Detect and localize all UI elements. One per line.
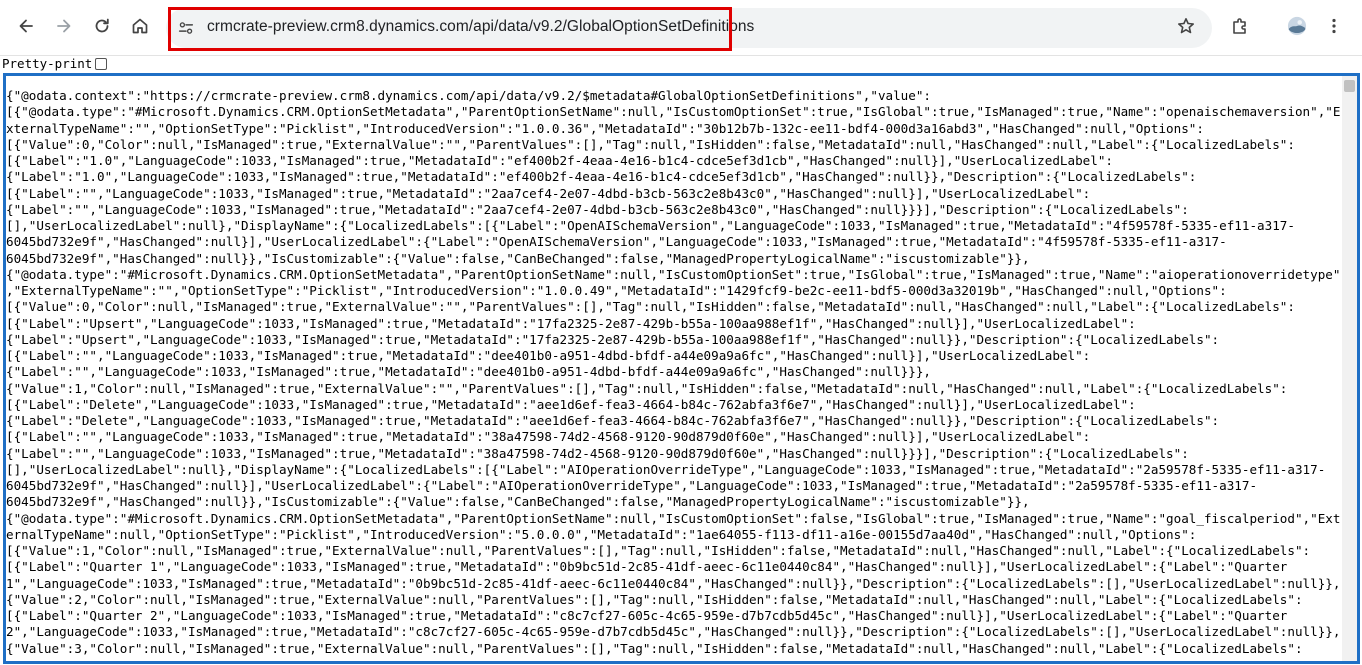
json-line: ernalTypeName":null,"OptionSetType":"Pic… [6, 526, 1197, 542]
json-line: 6045bd732e9f","HasChanged":null}],"UserL… [6, 478, 1258, 493]
json-line: ,"ExternalTypeName":"","OptionSetType":"… [6, 283, 1227, 298]
scrollbar-thumb[interactable] [1344, 80, 1355, 92]
json-line: [{"Value":1,"Color":null,"IsManaged":tru… [6, 543, 1311, 558]
profile-button[interactable] [1281, 12, 1313, 44]
extensions-icon [1230, 16, 1250, 41]
extensions-button[interactable] [1224, 12, 1256, 44]
json-line: {"Value":3,"Color":null,"IsManaged":true… [6, 640, 1303, 656]
json-response-panel: {"@odata.context":"https://crmcrate-prev… [3, 73, 1360, 664]
json-line: [{"Label":"","LanguageCode":1033,"IsMana… [6, 429, 1091, 445]
json-line: [{"Label":"Quarter 1","LanguageCode":103… [6, 559, 1288, 575]
json-line: {"@odata.type":"#Microsoft.Dynamics.CRM.… [6, 266, 1341, 282]
bookmark-button[interactable] [1170, 12, 1202, 44]
json-line: {"Value":1,"Color":null,"IsManaged":true… [6, 380, 1288, 396]
json-line: [],"UserLocalizedLabel":null},"DisplayNa… [6, 461, 1326, 477]
pretty-print-control: Pretty-print [2, 56, 108, 71]
json-line: [{"Label":"Upsert","LanguageCode":1033,"… [6, 315, 1136, 331]
json-line: {"@odata.context":"https://crmcrate-prev… [6, 88, 932, 103]
json-line: 6045bd732e9f","HasChanged":null}},"IsCus… [6, 494, 1030, 510]
json-line: {"Label":"","LanguageCode":1033,"IsManag… [6, 364, 932, 380]
json-line: xternalTypeName":"","OptionSetType":"Pic… [6, 120, 1204, 136]
pretty-print-checkbox[interactable] [95, 57, 108, 70]
json-line: [{"Label":"1.0","LanguageCode":1033,"IsM… [6, 153, 1113, 168]
home-icon [130, 16, 150, 41]
pretty-print-label: Pretty-print [2, 56, 93, 71]
browser-menu-button[interactable] [1318, 12, 1350, 44]
json-line: {"Label":"Upsert","LanguageCode":1033,"I… [6, 331, 1220, 347]
json-line: [{"Label":"","LanguageCode":1033,"IsMana… [6, 185, 1091, 201]
json-line: {"Value":2,"Color":null,"IsManaged":true… [6, 591, 1303, 607]
forward-icon [54, 16, 74, 41]
forward-button[interactable] [48, 12, 80, 44]
json-line: 6045bd732e9f","HasChanged":null}],"UserL… [6, 234, 1227, 250]
json-line: 6045bd732e9f","HasChanged":null}},"IsCus… [6, 250, 1030, 266]
json-line: {"Label":"","LanguageCode":1033,"IsManag… [6, 445, 1189, 461]
json-line: 1","LanguageCode":1033,"IsManaged":true,… [6, 575, 1341, 591]
json-line: [{"@odata.type":"#Microsoft.Dynamics.CRM… [6, 104, 1341, 120]
json-line: 2","LanguageCode":1033,"IsManaged":true,… [6, 624, 1341, 640]
json-line: [{"Label":"Delete","LanguageCode":1033,"… [6, 396, 1136, 412]
json-line: {"@odata.type":"#Microsoft.Dynamics.CRM.… [6, 510, 1341, 526]
json-line: {"Label":"1.0","LanguageCode":1033,"IsMa… [6, 169, 1197, 185]
json-line: [{"Label":"","LanguageCode":1033,"IsMana… [6, 348, 1091, 363]
browser-toolbar: crmcrate-preview.crm8.dynamics.com/api/d… [0, 0, 1362, 56]
vertical-scrollbar[interactable] [1342, 76, 1357, 661]
home-button[interactable] [124, 12, 156, 44]
menu-icon [1324, 16, 1344, 41]
back-icon [16, 16, 36, 41]
json-line: {"Label":"Delete","LanguageCode":1033,"I… [6, 413, 1220, 428]
reload-button[interactable] [86, 12, 118, 44]
profile-avatar [1287, 16, 1307, 41]
json-line: [{"Value":0,"Color":null,"IsManaged":tru… [6, 299, 1295, 315]
json-line: [{"Label":"Quarter 2","LanguageCode":103… [6, 608, 1288, 623]
json-line: {"Label":"","LanguageCode":1033,"IsManag… [6, 201, 1189, 217]
json-line: [],"UserLocalizedLabel":null},"DisplayNa… [6, 218, 1295, 233]
reload-icon [92, 16, 112, 41]
star-icon [1176, 16, 1196, 41]
back-button[interactable] [10, 12, 42, 44]
json-text: {"@odata.context":"https://crmcrate-prev… [6, 88, 1344, 657]
url-highlight-box [168, 7, 732, 51]
json-line: [{"Value":0,"Color":null,"IsManaged":tru… [6, 136, 1295, 152]
